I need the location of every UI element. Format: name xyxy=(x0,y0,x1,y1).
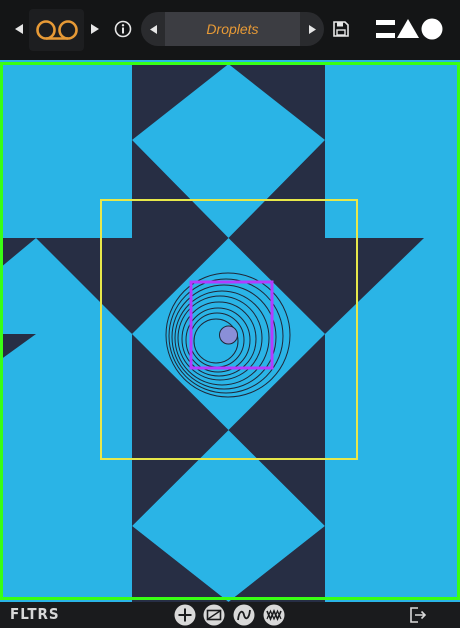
triangle-left-icon xyxy=(15,24,23,34)
bank-button[interactable] xyxy=(29,9,84,51)
exit-arrow-icon xyxy=(410,607,427,623)
exit-button[interactable] xyxy=(406,603,430,627)
info-icon xyxy=(114,20,132,38)
preset-next-button[interactable] xyxy=(300,12,324,46)
double-wave-button[interactable] xyxy=(262,603,286,627)
preset-selector: Droplets xyxy=(141,12,324,46)
pattern-canvas[interactable] xyxy=(0,60,460,602)
cyan-block-bottom-right xyxy=(325,430,460,602)
wave-n-icon xyxy=(233,604,255,626)
preset-prev-button[interactable] xyxy=(141,12,165,46)
gradient-box-icon xyxy=(203,604,225,626)
shapes-logo-icon xyxy=(376,18,443,40)
triangle-right-icon xyxy=(308,24,316,34)
next-bank-button[interactable] xyxy=(86,20,104,38)
cyan-block-top-left xyxy=(0,64,132,238)
wave-button[interactable] xyxy=(232,603,256,627)
plus-circle-icon xyxy=(174,604,196,626)
floppy-disk-icon xyxy=(333,21,349,37)
triangle-right-icon xyxy=(91,24,99,34)
tape-reels-icon xyxy=(35,20,78,40)
top-toolbar: Droplets xyxy=(0,0,460,60)
add-layer-button[interactable] xyxy=(173,603,197,627)
prev-bank-button[interactable] xyxy=(10,20,28,38)
cyan-block-top-right xyxy=(325,64,460,238)
info-button[interactable] xyxy=(113,19,133,39)
brand-logo: FLTRS xyxy=(10,605,60,623)
center-handle[interactable] xyxy=(219,325,238,345)
triangle-left-icon xyxy=(149,24,157,34)
save-button[interactable] xyxy=(330,18,352,40)
shapes-logo-button[interactable] xyxy=(374,16,446,42)
cyan-block-bottom-left xyxy=(0,430,132,602)
preset-name[interactable]: Droplets xyxy=(165,12,300,46)
filter-canvas[interactable] xyxy=(0,60,460,602)
double-wave-icon xyxy=(263,604,285,626)
bottom-toolbar xyxy=(0,602,460,628)
gradient-button[interactable] xyxy=(202,603,226,627)
